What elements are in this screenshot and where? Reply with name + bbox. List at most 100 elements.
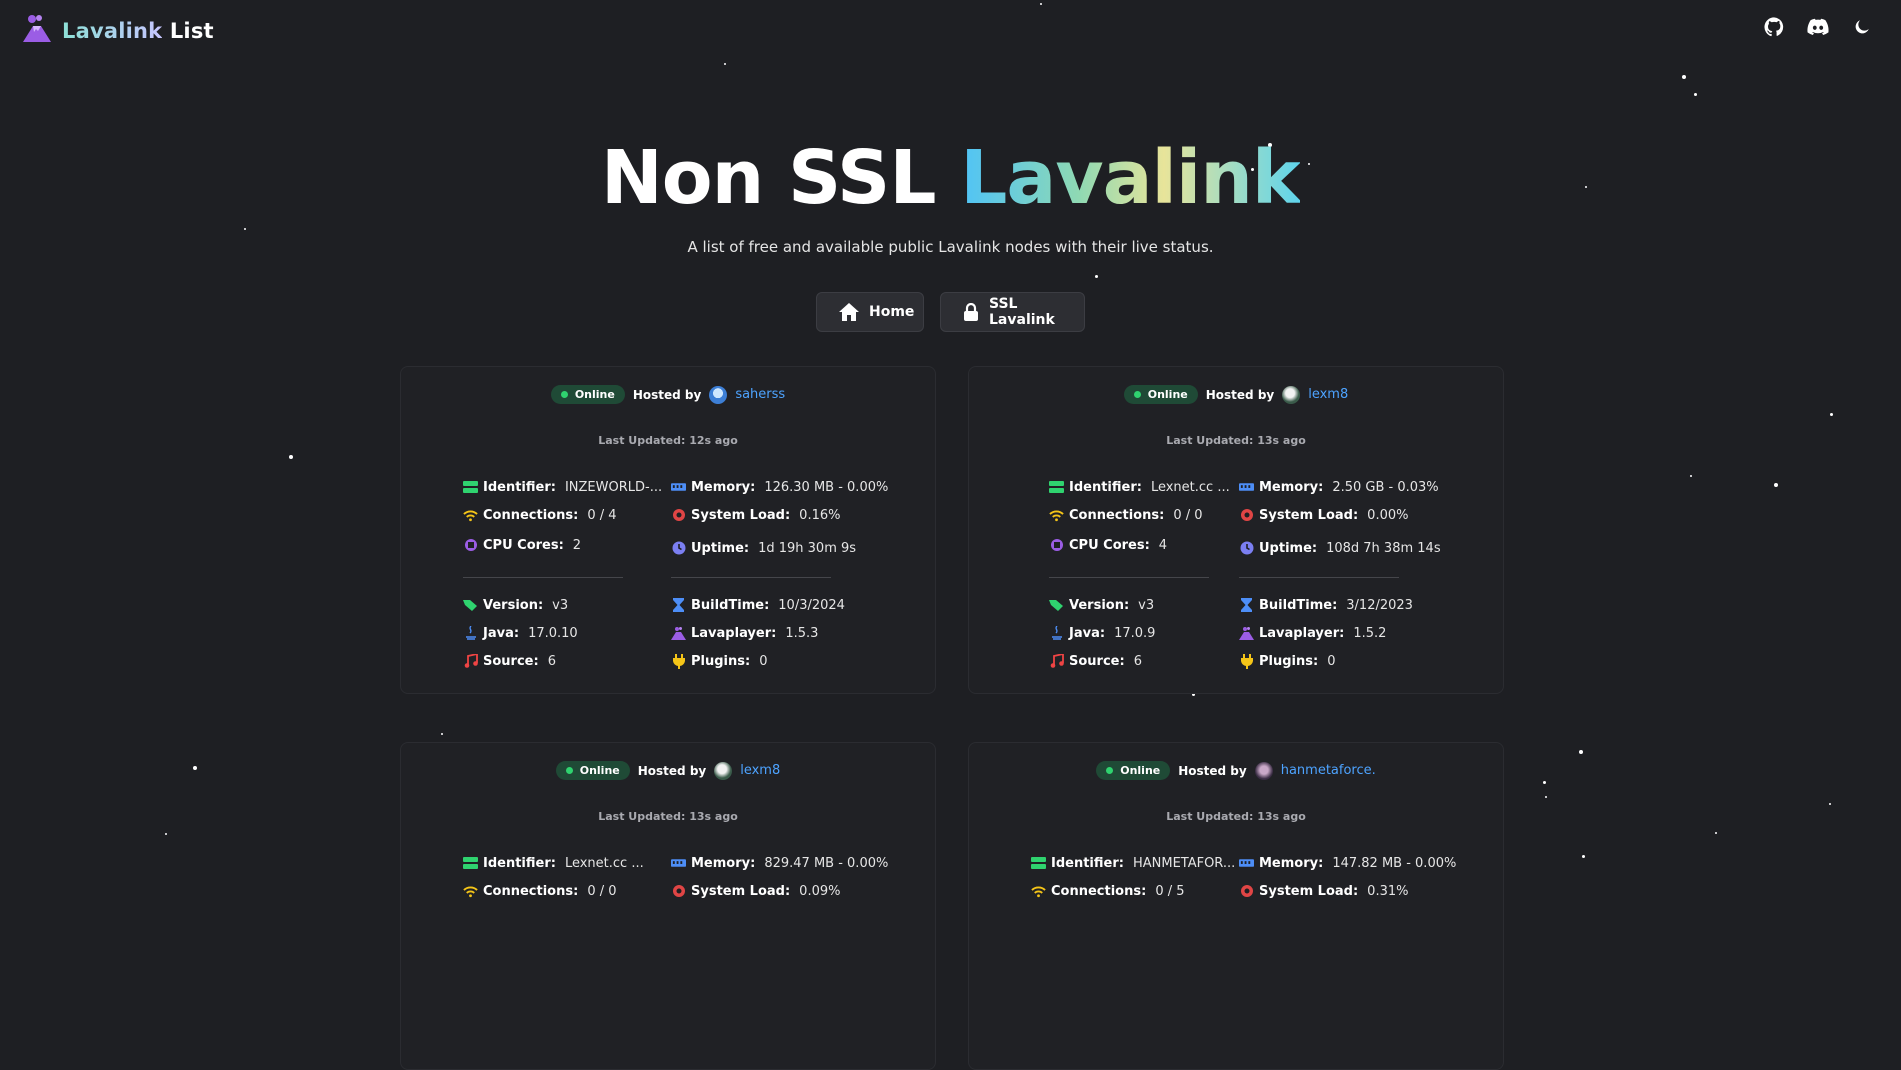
java-icon	[463, 626, 478, 641]
page-title: Non SSL Lavalink	[600, 135, 1301, 221]
brand-logo-link[interactable]: Lavalink List	[20, 12, 214, 50]
java-value: 17.0.10	[528, 625, 578, 641]
clock-icon	[671, 541, 686, 556]
server-icon	[463, 480, 478, 495]
source-value: 6	[1133, 653, 1142, 669]
buildtime-value: 10/3/2024	[778, 597, 845, 613]
wifi-icon	[1049, 508, 1064, 523]
host-link[interactable]: lexm8	[1308, 387, 1348, 402]
lock-icon	[963, 303, 979, 321]
top-nav: Lavalink List	[0, 0, 1901, 60]
hourglass-icon	[1239, 598, 1254, 613]
divider	[671, 577, 831, 578]
server-icon	[1031, 856, 1046, 871]
avatar	[1254, 761, 1273, 780]
lavaplayer-value: 1.5.3	[785, 625, 819, 641]
identifier-value: HANMETAFOR...	[1132, 855, 1236, 871]
plugins-value: 0	[759, 653, 768, 669]
host-link[interactable]: hanmetaforce.	[1281, 763, 1376, 778]
system-load-value: 0.31%	[1367, 883, 1409, 899]
lavaplayer-value: 1.5.2	[1353, 625, 1387, 641]
cpu-cores-value: 2	[572, 537, 582, 553]
wifi-icon	[463, 508, 478, 523]
hosted-by-label: Hosted by	[1178, 763, 1247, 778]
node-card: Online Hosted by lexm8 Last Updated: 13s…	[968, 366, 1504, 694]
uptime-value: 108d 7h 38m 14s	[1326, 540, 1441, 556]
version-value: v3	[1138, 597, 1155, 613]
server-icon	[463, 856, 478, 871]
system-load-value: 0.00%	[1367, 507, 1409, 523]
plugins-value: 0	[1327, 653, 1336, 669]
memory-value: 2.50 GB - 0.03%	[1332, 479, 1439, 495]
node-card: Online Hosted by lexm8 Last Updated: 13s…	[400, 742, 936, 1070]
cpu-icon	[1049, 538, 1064, 553]
last-updated: Last Updated: 13s ago	[598, 810, 738, 823]
avatar	[709, 385, 728, 404]
version-value: v3	[552, 597, 569, 613]
online-dot-icon	[1106, 767, 1114, 774]
status-badge: Online	[550, 385, 625, 404]
connections-value: 0 / 0	[587, 883, 617, 899]
memory-icon	[1239, 856, 1254, 871]
connections-value: 0 / 0	[1173, 507, 1203, 523]
avatar	[714, 761, 733, 780]
plug-icon	[671, 653, 686, 669]
cpu-icon	[463, 538, 478, 553]
chip-icon	[1239, 884, 1254, 899]
divider	[1049, 577, 1209, 578]
online-dot-icon	[1133, 391, 1141, 398]
ssl-lavalink-button[interactable]: SSL Lavalink	[940, 292, 1085, 332]
volcano-icon	[671, 626, 686, 641]
volcano-icon	[1239, 626, 1254, 641]
avatar	[1282, 385, 1301, 404]
moon-icon[interactable]	[1851, 16, 1873, 38]
github-icon[interactable]	[1763, 16, 1785, 38]
uptime-value: 1d 19h 30m 9s	[758, 540, 857, 556]
divider	[1239, 577, 1399, 578]
wifi-icon	[1031, 884, 1046, 899]
java-value: 17.0.9	[1114, 625, 1156, 641]
server-icon	[1049, 480, 1064, 495]
volcano-logo-icon	[20, 12, 54, 50]
java-icon	[1049, 626, 1064, 641]
node-card: Online Hosted by saherss Last Updated: 1…	[400, 366, 936, 694]
tag-icon	[1049, 598, 1064, 613]
music-icon	[463, 654, 478, 669]
source-value: 6	[547, 653, 556, 669]
cpu-cores-value: 4	[1158, 537, 1168, 553]
status-badge: Online	[1096, 761, 1171, 780]
buildtime-value: 3/12/2023	[1346, 597, 1413, 613]
identifier-value: Lexnet.cc ...	[1150, 479, 1230, 495]
hosted-by-label: Hosted by	[637, 763, 707, 778]
connections-value: 0 / 4	[587, 507, 617, 523]
memory-icon	[671, 856, 686, 871]
home-icon	[839, 302, 859, 322]
status-badge: Online	[555, 761, 630, 780]
last-updated: Last Updated: 13s ago	[1166, 810, 1306, 823]
system-load-value: 0.16%	[799, 507, 841, 523]
chip-icon	[1239, 508, 1254, 523]
memory-value: 126.30 MB - 0.00%	[764, 479, 889, 495]
plug-icon	[1239, 653, 1254, 669]
memory-icon	[1239, 480, 1254, 495]
connections-value: 0 / 5	[1155, 883, 1185, 899]
wifi-icon	[463, 884, 478, 899]
host-link[interactable]: lexm8	[740, 763, 780, 778]
identifier-value: INZEWORLD-...	[564, 479, 663, 495]
hosted-by-label: Hosted by	[632, 387, 702, 402]
last-updated: Last Updated: 12s ago	[598, 434, 738, 447]
discord-icon[interactable]	[1807, 16, 1829, 38]
divider	[463, 577, 623, 578]
hosted-by-label: Hosted by	[1205, 387, 1275, 402]
chip-icon	[671, 508, 686, 523]
online-dot-icon	[565, 767, 573, 774]
brand-name: Lavalink List	[62, 19, 214, 43]
memory-value: 147.82 MB - 0.00%	[1332, 855, 1457, 871]
home-button[interactable]: Home	[816, 292, 924, 332]
page-subtitle: A list of free and available public Lava…	[687, 238, 1214, 256]
tag-icon	[463, 598, 478, 613]
host-link[interactable]: saherss	[735, 387, 785, 402]
status-badge: Online	[1123, 385, 1198, 404]
system-load-value: 0.09%	[799, 883, 841, 899]
online-dot-icon	[560, 391, 568, 398]
